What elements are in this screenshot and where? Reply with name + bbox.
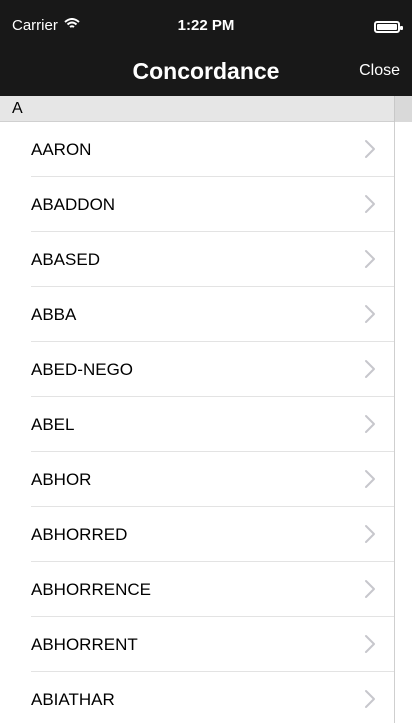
list-item-label: ABADDON: [31, 195, 116, 214]
chevron-right-icon: [364, 689, 376, 709]
chevron-right-icon: [364, 249, 376, 269]
list-item[interactable]: AARON: [0, 122, 412, 177]
list-item-label: ABHOR: [31, 470, 92, 489]
nav-bar: Concordance Close: [0, 48, 412, 96]
close-button[interactable]: Close: [359, 62, 400, 80]
chevron-right-icon: [364, 414, 376, 434]
list-item[interactable]: ABED-NEGO: [0, 342, 412, 397]
chevron-right-icon: [364, 194, 376, 214]
page-title: Concordance: [132, 58, 280, 84]
chevron-right-icon: [364, 579, 376, 599]
list-item[interactable]: ABIATHAR: [0, 672, 412, 723]
list-item-label: ABEL: [31, 415, 75, 434]
chevron-right-icon: [364, 469, 376, 489]
list-item-label: ABASED: [31, 250, 100, 269]
list-item[interactable]: ABHORRENCE: [0, 562, 412, 617]
list-item[interactable]: ABHORRENT: [0, 617, 412, 672]
list-item[interactable]: ABHORRED: [0, 507, 412, 562]
scroll-thumb: [394, 96, 412, 122]
scroll-indicator: [394, 96, 412, 723]
chevron-right-icon: [364, 634, 376, 654]
list-item-label: ABBA: [31, 305, 77, 324]
chevron-right-icon: [364, 524, 376, 544]
section-label: A: [12, 100, 23, 117]
list-item-label: ABIATHAR: [31, 690, 115, 709]
section-header: A: [0, 96, 412, 122]
list-item[interactable]: ABASED: [0, 232, 412, 287]
list-item[interactable]: ABBA: [0, 287, 412, 342]
chevron-right-icon: [364, 359, 376, 379]
list-item-label: ABHORRENCE: [31, 580, 151, 599]
word-list: AARON ABADDON ABASED ABBA ABED-NEGO ABEL ABHOR…: [0, 122, 412, 723]
battery-icon: [374, 21, 403, 33]
chevron-right-icon: [364, 304, 376, 324]
concordance-screen: Carrier 1:22 PM Concordance Close A AARO…: [0, 0, 412, 723]
top-bar: Carrier 1:22 PM Concordance Close: [0, 0, 412, 96]
list-item[interactable]: ABEL: [0, 397, 412, 452]
list-item-label: ABHORRED: [31, 525, 128, 544]
chevron-right-icon: [364, 139, 376, 159]
list-item-label: ABHORRENT: [31, 635, 138, 654]
list-item[interactable]: ABADDON: [0, 177, 412, 232]
scroll-track: [394, 122, 395, 723]
list-item[interactable]: ABHOR: [0, 452, 412, 507]
status-bar: Carrier 1:22 PM: [0, 0, 412, 40]
list-item-label: AARON: [31, 140, 92, 159]
clock-time: 1:22 PM: [177, 17, 235, 34]
list-item-label: ABED-NEGO: [31, 360, 134, 379]
